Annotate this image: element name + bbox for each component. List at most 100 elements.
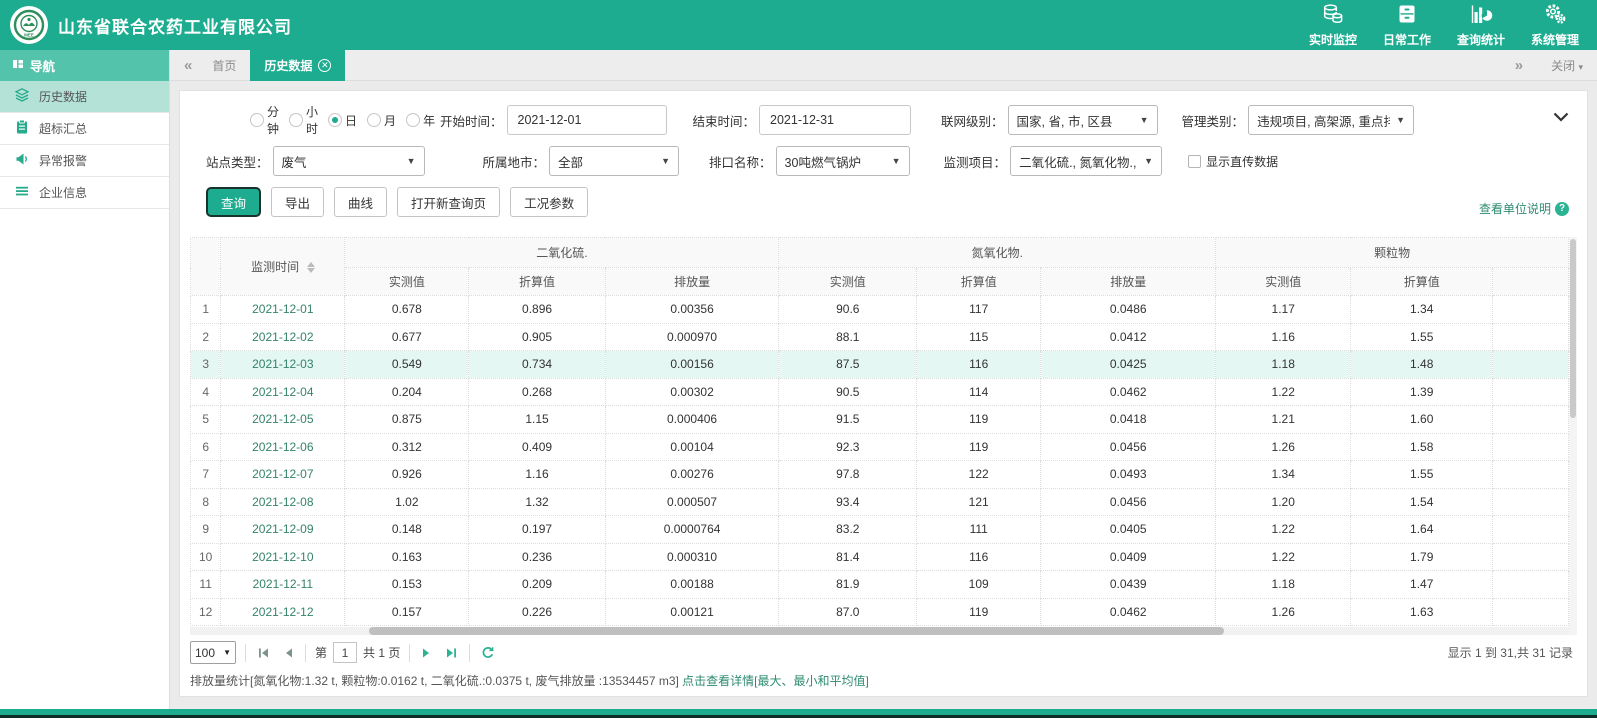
table-row[interactable]: 10 2021-12-10 0.163 0.236 0.000310 81.4 116 0.0… <box>189 542 1569 571</box>
monitor-items-select[interactable]: 二氧化硫., 氮氧化物., 颗粒物▼ <box>1010 146 1163 176</box>
sidebar-item-enterprise-info[interactable]: 企业信息 <box>0 177 169 209</box>
vertical-scrollbar-thumb[interactable] <box>1570 239 1576 419</box>
table-row[interactable]: 4 2021-12-04 0.204 0.268 0.00302 90.5 114 0.046… <box>189 377 1569 406</box>
unit-description-link[interactable]: 查看单位说明 ? <box>1479 200 1569 217</box>
outlet-select[interactable]: 30吨燃气锅炉 ▼ <box>775 146 910 176</box>
value-cell: 0.0439 <box>1040 570 1217 599</box>
direct-data-checkbox-wrap: 显示直传数据 <box>1188 153 1278 170</box>
table-row[interactable]: 8 2021-12-08 1.02 1.32 0.000507 93.4 121 0.0456… <box>189 487 1569 516</box>
row-index: 10 <box>189 542 222 571</box>
date-cell[interactable]: 2021-12-02 <box>220 322 346 351</box>
caret-down-icon: ▼ <box>1144 156 1154 166</box>
export-button[interactable]: 导出 <box>271 187 325 217</box>
horizontal-scrollbar-thumb[interactable] <box>369 627 1225 635</box>
value-cell: 1.22 <box>1215 542 1352 571</box>
date-cell[interactable]: 2021-12-03 <box>220 350 346 379</box>
date-cell[interactable]: 2021-12-11 <box>220 570 346 599</box>
value-cell: 1.55 <box>1350 460 1494 489</box>
table-row[interactable]: 3 2021-12-03 0.549 0.734 0.00156 87.5 116 0.042… <box>189 350 1569 379</box>
filter-row-2: 站点类型： 废气 ▼ 所属地市： 全部 ▼ 排口名称： 30吨燃气锅炉 ▼ 监测项目：… <box>190 146 1577 176</box>
date-cell[interactable]: 2021-12-09 <box>220 515 346 544</box>
date-cell[interactable]: 2021-12-08 <box>220 487 346 516</box>
period-radio[interactable]: 月 <box>367 112 396 129</box>
collapse-filters-chevron-icon[interactable] <box>1553 111 1569 125</box>
value-cell: 0.0493 <box>1040 460 1217 489</box>
city-select[interactable]: 全部 ▼ <box>549 146 680 176</box>
value-cell: 91.5 <box>778 405 918 434</box>
end-time-label: 结束时间： <box>692 114 756 129</box>
value-cell: 0.153 <box>344 570 470 599</box>
tab-home[interactable]: 首页 <box>198 50 250 81</box>
sidebar-item-exceedance-summary[interactable]: 超标汇总 <box>0 113 169 145</box>
last-page-icon[interactable] <box>443 647 460 659</box>
sidebar-header: 导航 <box>0 50 169 81</box>
prev-page-icon[interactable] <box>281 647 296 659</box>
page-size-select[interactable]: 100 ▼ <box>190 641 236 664</box>
value-cell: 0.00302 <box>604 377 780 406</box>
table-row[interactable]: 9 2021-12-09 0.148 0.197 0.0000764 83.2 111 0.0… <box>189 515 1569 544</box>
tab-close-icon[interactable]: ✕ <box>318 58 332 72</box>
table-row[interactable]: 1 2021-12-01 0.678 0.896 0.00356 90.6 117 0.048… <box>189 295 1569 324</box>
start-time-input[interactable]: 2021-12-01 <box>506 105 667 135</box>
station-type-select[interactable]: 废气 ▼ <box>272 146 425 176</box>
curve-button[interactable]: 曲线 <box>334 187 388 217</box>
condition-params-button[interactable]: 工况参数 <box>510 187 589 217</box>
end-time-input[interactable]: 2021-12-31 <box>759 105 912 135</box>
period-radio[interactable]: 分钟 <box>250 103 279 137</box>
date-cell[interactable]: 2021-12-04 <box>220 377 346 406</box>
date-cell[interactable]: 2021-12-01 <box>220 295 346 324</box>
next-page-icon[interactable] <box>419 647 434 659</box>
period-radio[interactable]: 小时 <box>289 103 318 137</box>
radio-icon <box>406 113 421 127</box>
sidebar-item-history-data[interactable]: 历史数据 <box>0 81 169 113</box>
tab-history-data[interactable]: 历史数据 ✕ <box>250 49 346 81</box>
date-cell[interactable]: 2021-12-05 <box>220 405 346 434</box>
new-query-page-button[interactable]: 打开新查询页 <box>397 187 501 217</box>
table-row[interactable]: 2 2021-12-02 0.677 0.905 0.000970 88.1 115 0.04… <box>189 322 1569 351</box>
value-cell: 0.268 <box>468 377 606 406</box>
query-button[interactable]: 查询 <box>206 187 262 217</box>
close-tabs-menu[interactable]: 关闭 ▾ <box>1551 57 1583 74</box>
nav-query-stats[interactable]: 查询统计 <box>1453 2 1509 48</box>
sidebar-item-abnormal-alarm[interactable]: 异常报警 <box>0 145 169 177</box>
page-number-input[interactable]: 1 <box>333 642 358 663</box>
date-cell[interactable]: 2021-12-10 <box>220 542 346 571</box>
value-cell: 81.4 <box>778 542 918 571</box>
nav-system-admin[interactable]: 系统管理 <box>1527 2 1583 48</box>
manage-type-select[interactable]: 违规项目, 高架源, 重点排放▼ <box>1248 105 1415 135</box>
sidebar: 导航 历史数据 超标汇总 异常报警 企业信息 <box>0 50 170 709</box>
date-cell[interactable]: 2021-12-06 <box>220 432 346 461</box>
nav-daily-work[interactable]: 日常工作 <box>1379 2 1435 48</box>
row-index: 8 <box>189 487 222 516</box>
horizontal-scrollbar[interactable] <box>190 627 1569 635</box>
network-level-select[interactable]: 国家, 省, 市, 区县 ▼ <box>1007 105 1158 135</box>
caret-down-icon: ▼ <box>1396 115 1406 125</box>
value-cell: 1.34 <box>1350 295 1494 324</box>
value-cell: 0.000970 <box>604 322 780 351</box>
refresh-icon[interactable] <box>479 646 497 660</box>
value-cell: 1.60 <box>1350 405 1494 434</box>
tabs-scroll-right-icon[interactable]: » <box>1509 57 1529 74</box>
col-header: 折算值 <box>916 267 1042 296</box>
period-radio[interactable]: 年 <box>406 112 435 129</box>
view-detail-link[interactable]: 点击查看详情[最大、最小和平均值] <box>682 674 869 688</box>
value-cell: 88.1 <box>778 322 918 351</box>
date-cell[interactable]: 2021-12-12 <box>220 597 346 626</box>
table-row[interactable]: 11 2021-12-11 0.153 0.209 0.00188 81.9 109 0.04… <box>189 570 1569 599</box>
direct-data-checkbox[interactable] <box>1188 154 1202 168</box>
table-row[interactable]: 6 2021-12-06 0.312 0.409 0.00104 92.3 119 0.045… <box>189 432 1569 461</box>
group-header-pm: 颗粒物 <box>1215 237 1569 268</box>
vertical-scrollbar[interactable] <box>1569 237 1577 635</box>
table-row[interactable]: 12 2021-12-12 0.157 0.226 0.00121 87.0 119 0.04… <box>189 597 1569 626</box>
period-radio[interactable]: 日 <box>328 112 357 129</box>
tabs-scroll-left-icon[interactable]: « <box>178 57 198 74</box>
nav-realtime-monitor[interactable]: 实时监控 <box>1305 2 1361 48</box>
layers-icon <box>14 87 30 106</box>
value-cell: 1.16 <box>468 460 606 489</box>
date-cell[interactable]: 2021-12-07 <box>220 460 346 489</box>
sort-icon[interactable] <box>306 262 315 274</box>
first-page-icon[interactable] <box>255 647 272 659</box>
time-column-header[interactable]: 监测时间 <box>220 237 346 296</box>
table-row[interactable]: 7 2021-12-07 0.926 1.16 0.00276 97.8 122 0.0493… <box>189 460 1569 489</box>
table-row[interactable]: 5 2021-12-05 0.875 1.15 0.000406 91.5 119 0.041… <box>189 405 1569 434</box>
